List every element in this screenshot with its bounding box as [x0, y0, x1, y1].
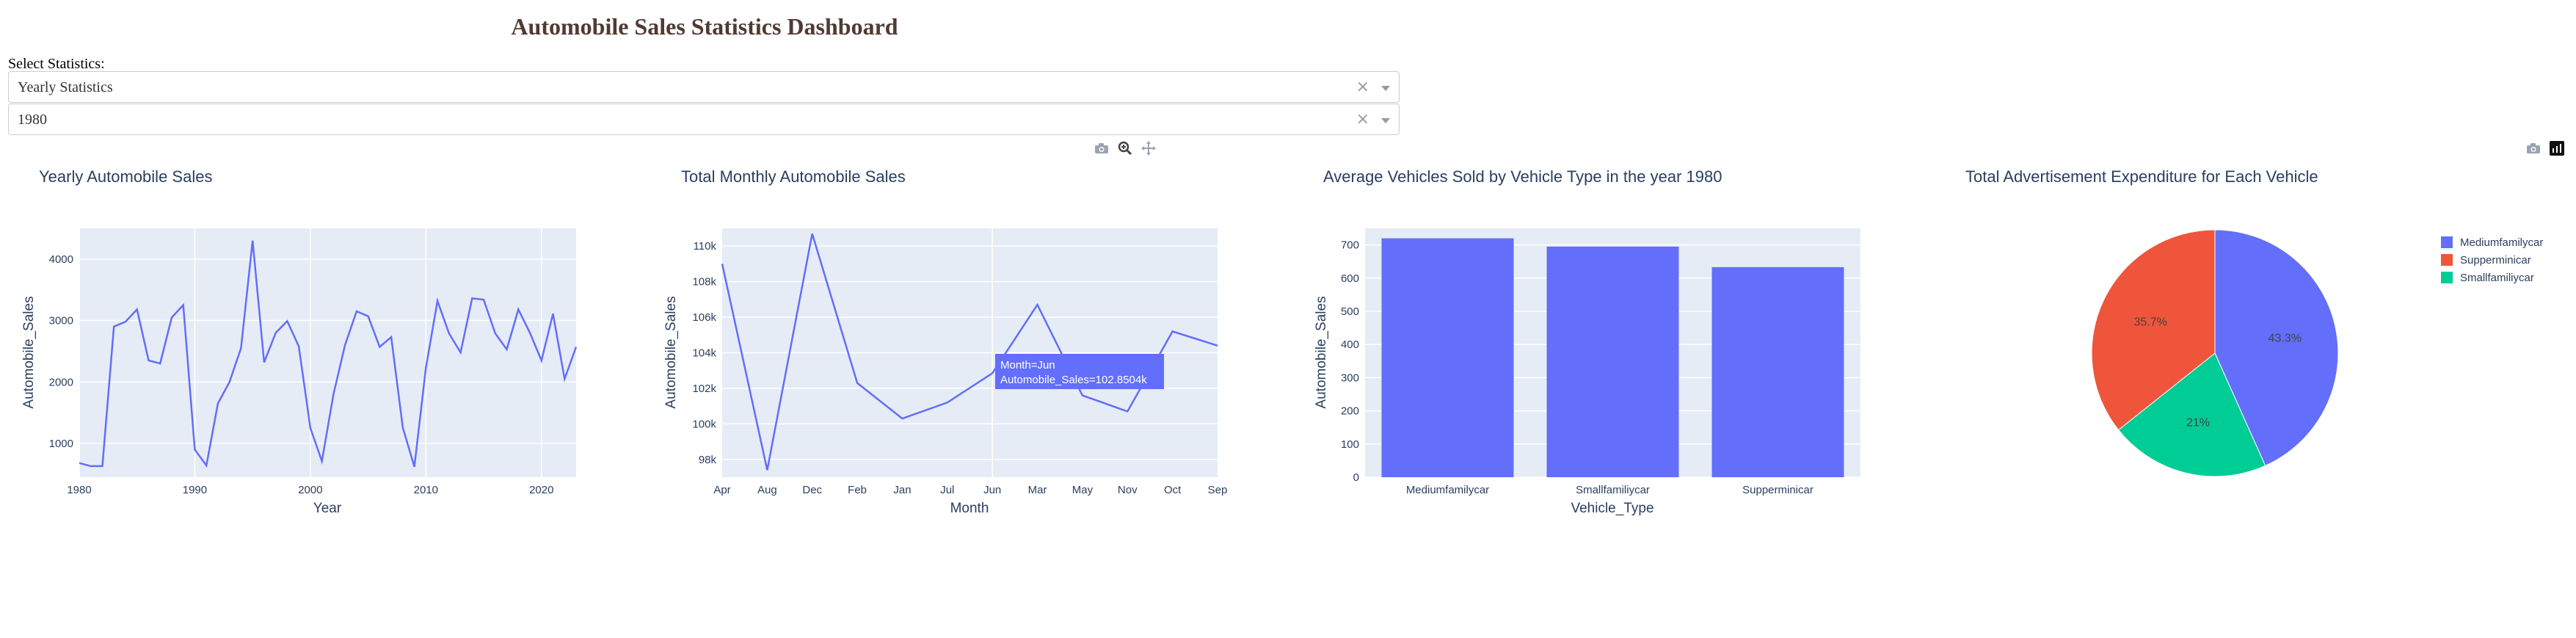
y-axis-title: Automobile_Sales: [21, 296, 37, 408]
y-tick-label: 98k: [699, 454, 717, 466]
y-tick-label: 102k: [692, 383, 716, 395]
x-tick-label: Mar: [1028, 484, 1047, 496]
y-tick-label: 108k: [692, 276, 716, 289]
x-tick-label: Aug: [757, 484, 777, 496]
x-tick-label: Feb: [848, 484, 867, 496]
x-tick-label: Oct: [1164, 484, 1182, 496]
x-tick-label: Smallfamiliycar: [1576, 484, 1650, 496]
legend-swatch[interactable]: [2441, 254, 2453, 266]
charts-canvas: Yearly Automobile Sales 1980 1990 2000 2010…: [21, 167, 2543, 516]
x-tick-label: Apr: [713, 484, 730, 496]
y-axis-title: Automobile_Sales: [1314, 296, 1329, 408]
y-tick-label: 0: [1353, 471, 1359, 484]
legend-swatch[interactable]: [2441, 272, 2453, 283]
x-tick-label: May: [1072, 484, 1094, 496]
x-axis-title: Month: [950, 501, 989, 516]
chart-title: Total Advertisement Expenditure for Each…: [1965, 167, 2318, 186]
chart-monthly-sales: Total Monthly Automobile Sales Apr Aug Dec…: [663, 167, 1227, 516]
y-tick-label: 104k: [692, 347, 716, 360]
legend-label[interactable]: Supperminicar: [2460, 254, 2531, 267]
x-tick-label: 1980: [67, 484, 91, 496]
chart-title: Yearly Automobile Sales: [39, 167, 212, 186]
x-axis-title: Vehicle_Type: [1571, 501, 1653, 516]
y-axis-title: Automobile_Sales: [663, 296, 679, 408]
y-tick-label: 100k: [692, 418, 716, 430]
x-tick-label: Jul: [940, 484, 954, 496]
x-tick-label: Jan: [893, 484, 911, 496]
y-tick-label: 700: [1341, 239, 1359, 252]
x-axis-title: Year: [313, 501, 342, 516]
y-tick-label: 106k: [692, 311, 716, 324]
legend-label[interactable]: Mediumfamilycar: [2460, 236, 2543, 249]
legend-swatch[interactable]: [2441, 236, 2453, 248]
bar[interactable]: [1381, 238, 1514, 477]
y-tick-label: 100: [1341, 438, 1359, 451]
y-tick-label: 4000: [49, 253, 73, 266]
hover-tooltip: Month=Jun Automobile_Sales=102.8504k: [995, 354, 1164, 389]
y-tick-label: 300: [1341, 371, 1359, 384]
plot-area[interactable]: [79, 228, 576, 477]
x-tick-label: 2000: [298, 484, 322, 496]
chart-title: Average Vehicles Sold by Vehicle Type in…: [1323, 167, 1722, 186]
chart-title: Total Monthly Automobile Sales: [681, 167, 906, 186]
chart-ad-expenditure: Total Advertisement Expenditure for Each…: [1965, 167, 2543, 477]
x-tick-label: Nov: [1118, 484, 1138, 496]
x-tick-label: 2010: [414, 484, 438, 496]
chart-vehicle-type: Average Vehicles Sold by Vehicle Type in…: [1314, 167, 1860, 516]
hover-month: Month=Jun: [1000, 359, 1055, 371]
x-tick-label: 2020: [529, 484, 553, 496]
y-tick-label: 110k: [694, 240, 717, 253]
legend-label[interactable]: Smallfamiliycar: [2460, 272, 2534, 284]
x-tick-label: Mediumfamilycar: [1406, 484, 1489, 496]
y-tick-label: 3000: [49, 315, 73, 327]
y-tick-label: 400: [1341, 338, 1359, 351]
chart-yearly-sales: Yearly Automobile Sales 1980 1990 2000 2010…: [21, 167, 578, 516]
x-tick-label: Supperminicar: [1742, 484, 1813, 496]
x-tick-label: Sep: [1208, 484, 1228, 496]
hover-value: Automobile_Sales=102.8504k: [1000, 374, 1147, 386]
pie-percent-label: 21%: [2186, 417, 2210, 429]
y-tick-label: 200: [1341, 405, 1359, 418]
x-tick-label: Jun: [983, 484, 1001, 496]
y-tick-label: 1000: [49, 438, 73, 450]
bar[interactable]: [1546, 246, 1679, 477]
y-tick-label: 500: [1341, 305, 1359, 318]
bar[interactable]: [1711, 267, 1844, 477]
pie-percent-label: 35.7%: [2134, 316, 2167, 329]
y-tick-label: 2000: [49, 376, 73, 388]
x-tick-label: Dec: [802, 484, 822, 496]
x-tick-label: 1990: [183, 484, 207, 496]
pie-percent-label: 43.3%: [2268, 333, 2302, 345]
y-tick-label: 600: [1341, 272, 1359, 285]
